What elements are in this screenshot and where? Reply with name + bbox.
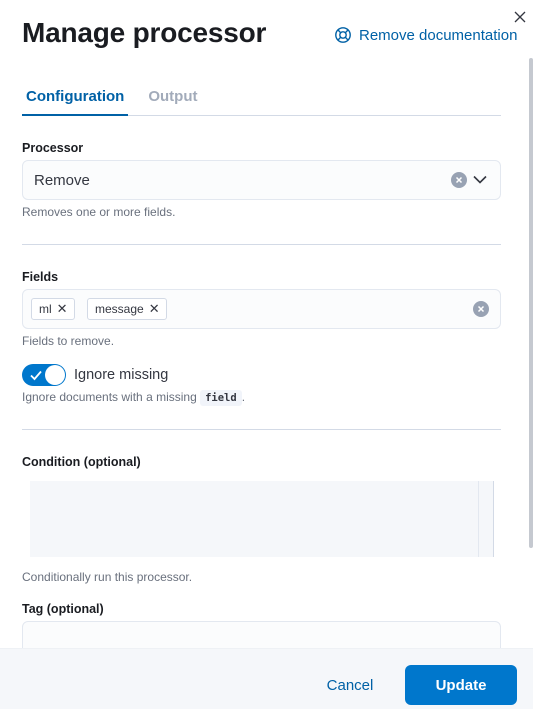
help-suffix: . <box>241 390 246 404</box>
remove-pill-icon[interactable]: ✕ <box>149 301 160 317</box>
clear-icon <box>477 305 485 313</box>
manage-processor-flyout: Manage processor Remove documentation Co… <box>0 0 533 709</box>
ignore-missing-label[interactable]: Ignore missing <box>74 367 168 383</box>
update-button[interactable]: Update <box>405 665 517 705</box>
documentation-link[interactable]: Remove documentation <box>334 26 517 44</box>
help-prefix: Ignore documents with a missing <box>22 390 201 404</box>
editor-scroll-gutter <box>478 481 479 557</box>
processor-help-text: Removes one or more fields. <box>22 205 176 219</box>
fields-help-text: Fields to remove. <box>22 334 115 348</box>
condition-code-editor[interactable] <box>30 481 494 557</box>
help-code: field <box>200 390 242 406</box>
fields-label: Fields <box>22 270 59 284</box>
processor-label: Processor <box>22 141 84 155</box>
processor-select[interactable]: Remove <box>22 160 501 200</box>
divider <box>22 244 501 245</box>
lifebuoy-icon <box>334 26 352 44</box>
tag-label: Tag (optional) <box>22 602 104 616</box>
check-icon <box>30 370 42 381</box>
fields-clear-button[interactable] <box>473 301 489 317</box>
cancel-button[interactable]: Cancel <box>310 665 390 705</box>
field-pill-ml: ml ✕ <box>31 298 75 320</box>
toggle-knob <box>45 365 65 385</box>
close-icon <box>514 11 526 23</box>
field-pill-label: message <box>95 302 144 316</box>
processor-select-value: Remove <box>34 171 90 189</box>
tab-configuration[interactable]: Configuration <box>22 80 129 116</box>
scrollbar[interactable] <box>529 58 533 548</box>
divider <box>22 429 501 430</box>
tab-list: Configuration Output <box>22 80 501 116</box>
tab-output[interactable]: Output <box>144 80 201 116</box>
ignore-missing-help-text: Ignore documents with a missing field. <box>22 390 246 406</box>
ignore-missing-toggle[interactable] <box>22 364 66 386</box>
processor-dropdown-toggle[interactable] <box>472 171 488 187</box>
clear-icon <box>455 176 463 184</box>
flyout-footer: Cancel Update <box>0 648 533 709</box>
documentation-link-label: Remove documentation <box>359 26 518 44</box>
chevron-down-icon <box>473 175 487 184</box>
condition-label: Condition (optional) <box>22 455 141 469</box>
processor-clear-button[interactable] <box>451 172 467 188</box>
close-button[interactable] <box>509 6 531 28</box>
field-pill-message: message ✕ <box>87 298 167 320</box>
page-title: Manage processor <box>22 17 267 48</box>
remove-pill-icon[interactable]: ✕ <box>57 301 68 317</box>
field-pill-label: ml <box>39 302 52 316</box>
fields-combobox[interactable]: ml ✕ message ✕ <box>22 289 501 329</box>
condition-help-text: Conditionally run this processor. <box>22 570 193 584</box>
